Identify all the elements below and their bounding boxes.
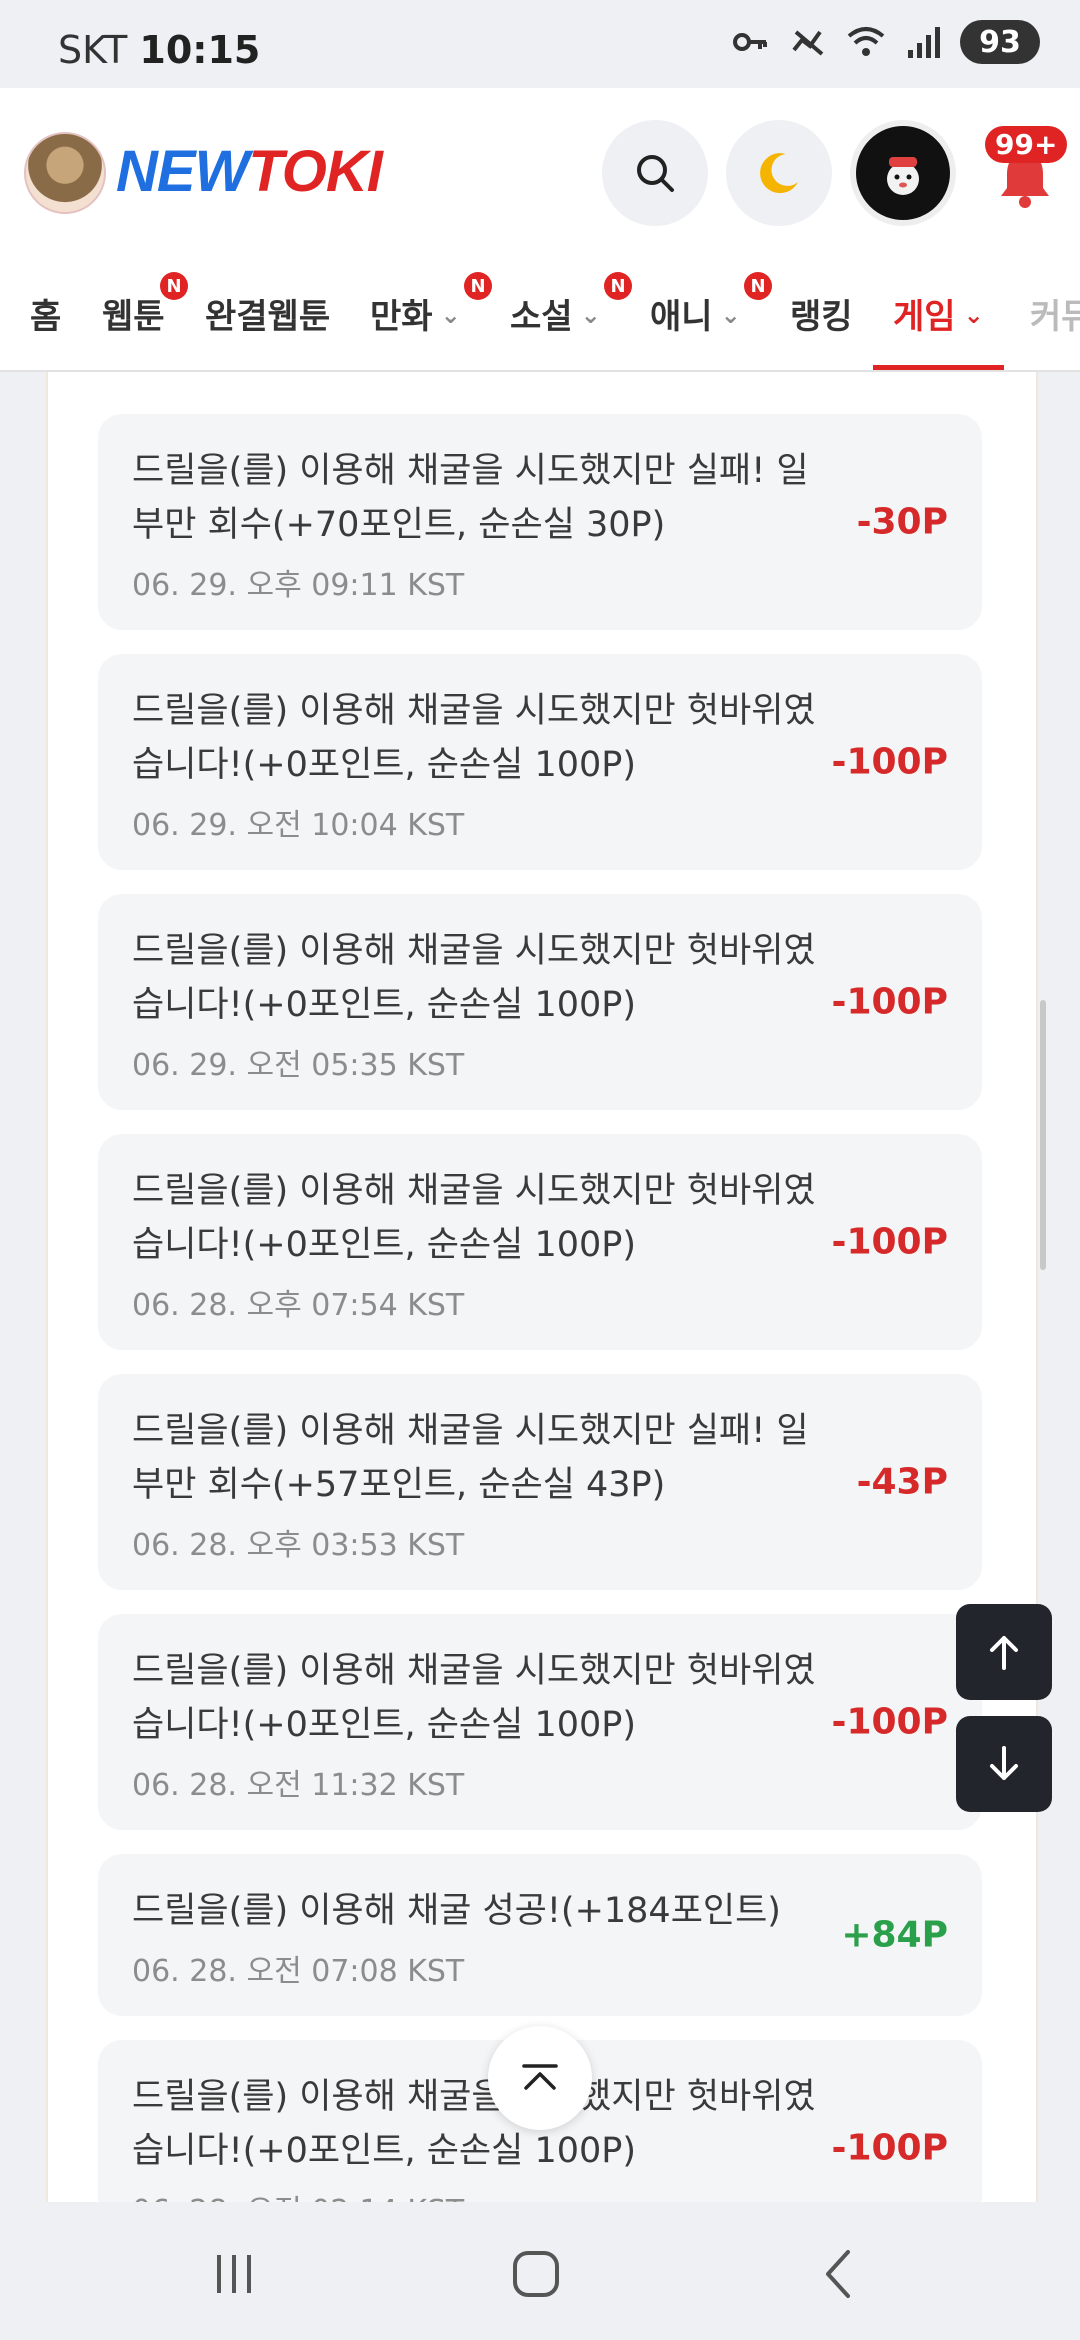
nav-item-anime[interactable]: 애니 ⌄ <box>650 258 741 368</box>
history-description: 드릴을(를) 이용해 채굴을 시도했지만 헛바위였습니다!(+0포인트, 순손실… <box>132 931 816 1025</box>
nav-item-game[interactable]: 게임 ⌄ <box>873 258 1004 370</box>
site-logo[interactable]: NEWTOKI <box>116 138 383 205</box>
category-nav: 홈 웹툰 N 완결웹툰 만화⌄ N 소설⌄ N 애니⌄ N 랭킹 게임⌄ 커뮤 <box>0 258 1080 372</box>
nav-label: 커뮤 <box>1030 296 1080 337</box>
history-item: 드릴을(를) 이용해 채굴을 시도했지만 헛바위였습니다!(+0포인트, 순손실… <box>98 894 982 1110</box>
new-badge: N <box>604 272 632 300</box>
history-points: -100P <box>831 1221 948 1263</box>
history-description: 드릴을(를) 이용해 채굴을 시도했지만 실패! 일부만 회수(+57포인트, … <box>132 1411 809 1505</box>
nav-label: 완결웹툰 <box>205 296 331 337</box>
chevron-down-icon: ⌄ <box>580 301 601 329</box>
scrollbar-thumb[interactable] <box>1040 1000 1046 1270</box>
user-avatar-button[interactable] <box>850 120 956 226</box>
battery-indicator: 93 <box>960 20 1040 64</box>
nav-item-community[interactable]: 커뮤 <box>1030 258 1080 368</box>
history-points: -100P <box>831 981 948 1023</box>
history-item: 드릴을(를) 이용해 채굴을 시도했지만 헛바위였습니다!(+0포인트, 순손실… <box>98 654 982 870</box>
nav-item-ranking[interactable]: 랭킹 <box>790 258 853 368</box>
nav-item-manga[interactable]: 만화 ⌄ <box>370 258 461 368</box>
history-points: -100P <box>831 2127 948 2169</box>
site-header: NEWTOKI 99+ <box>0 88 1080 259</box>
system-navigation-bar <box>0 2204 1080 2340</box>
nav-label: 웹툰 <box>102 296 165 337</box>
history-item: 드릴을(를) 이용해 채굴을 시도했지만 헛바위였습니다!(+0포인트, 순손실… <box>98 1134 982 1350</box>
notification-badge: 99+ <box>985 126 1068 163</box>
nav-item-completed-webtoon[interactable]: 완결웹툰 <box>205 258 330 368</box>
clock: 10:15 <box>139 28 261 72</box>
arrow-down-icon <box>990 1746 1018 1780</box>
recent-apps-icon <box>217 2255 251 2293</box>
point-history-list: 드릴을(를) 이용해 채굴을 시도했지만 실패! 일부만 회수(+70포인트, … <box>98 414 982 2202</box>
signal-icon <box>902 20 946 64</box>
chevron-up-icon <box>522 2064 558 2090</box>
history-points: -43P <box>856 1461 948 1503</box>
history-description: 드릴을(를) 이용해 채굴을 시도했지만 헛바위였습니다!(+0포인트, 순손실… <box>132 691 816 785</box>
history-description: 드릴을(를) 이용해 채굴 성공!(+184포인트) <box>132 1891 781 1931</box>
new-badge: N <box>744 272 772 300</box>
nav-label: 소설 <box>510 296 573 337</box>
status-icons: 93 <box>728 20 1040 64</box>
history-item: 드릴을(를) 이용해 채굴을 시도했지만 실패! 일부만 회수(+57포인트, … <box>98 1374 982 1590</box>
history-timestamp: 06. 28. 오전 11:32 KST <box>132 1768 465 1803</box>
history-points: +84P <box>841 1914 948 1956</box>
point-history-panel: 드릴을(를) 이용해 채굴을 시도했지만 실패! 일부만 회수(+70포인트, … <box>46 372 1038 2202</box>
history-points: -100P <box>831 1701 948 1743</box>
history-description: 드릴을(를) 이용해 채굴을 시도했지만 헛바위였습니다!(+0포인트, 순손실… <box>132 1651 816 1745</box>
nav-item-novel[interactable]: 소설 ⌄ <box>510 258 601 368</box>
avatar <box>863 133 943 213</box>
history-item: 드릴을(를) 이용해 채굴을 시도했지만 헛바위였습니다!(+0포인트, 순손실… <box>98 1614 982 1830</box>
logo-mascot-icon[interactable] <box>24 132 106 214</box>
status-bar: SKT 10:15 93 <box>0 0 1080 88</box>
scroll-up-button[interactable] <box>956 1604 1052 1700</box>
nav-item-webtoon[interactable]: 웹툰 <box>102 258 165 368</box>
history-timestamp: 06. 29. 오전 10:04 KST <box>132 808 465 843</box>
history-description: 드릴을(를) 이용해 채굴을 시도했지만 헛바위였습니다!(+0포인트, 순손실… <box>132 2077 816 2171</box>
nav-label: 애니 <box>650 296 713 337</box>
history-description: 드릴을(를) 이용해 채굴을 시도했지만 헛바위였습니다!(+0포인트, 순손실… <box>132 1171 816 1265</box>
back-button[interactable] <box>808 2244 868 2304</box>
carrier-label: SKT <box>58 28 128 72</box>
arrow-up-icon <box>990 1636 1018 1670</box>
nav-item-home[interactable]: 홈 <box>30 258 61 368</box>
history-timestamp: 06. 29. 오전 05:35 KST <box>132 1048 465 1083</box>
status-carrier-time: SKT 10:15 <box>58 28 260 72</box>
nav-label: 만화 <box>370 296 433 337</box>
search-button[interactable] <box>602 120 708 226</box>
history-points: -100P <box>831 741 948 783</box>
history-timestamp: 06. 28. 오후 07:54 KST <box>132 1288 465 1323</box>
chevron-down-icon: ⌄ <box>720 301 741 329</box>
search-icon <box>637 155 674 192</box>
history-item: 드릴을(를) 이용해 채굴 성공!(+184포인트) 06. 28. 오전 07:… <box>98 1854 982 2016</box>
logo-toki: TOKI <box>248 139 382 204</box>
home-icon <box>513 2251 559 2297</box>
notification-button[interactable]: 99+ <box>985 126 1068 226</box>
scroll-down-button[interactable] <box>956 1716 1052 1812</box>
history-timestamp: 06. 28. 오전 07:08 KST <box>132 1954 465 1989</box>
nav-label: 랭킹 <box>790 296 853 337</box>
nav-label: 홈 <box>30 296 62 337</box>
history-description: 드릴을(를) 이용해 채굴을 시도했지만 실패! 일부만 회수(+70포인트, … <box>132 451 809 545</box>
home-button[interactable] <box>506 2244 566 2304</box>
back-icon <box>826 2250 850 2298</box>
vpn-key-icon <box>728 20 772 64</box>
wifi-icon <box>844 20 888 64</box>
nav-label: 게임 <box>893 296 956 337</box>
scroll-to-top-button[interactable] <box>488 2026 592 2130</box>
moon-icon <box>760 153 798 194</box>
mute-icon <box>786 20 830 64</box>
logo-new: NEW <box>116 139 249 204</box>
history-timestamp: 06. 28. 오전 02:14 KST <box>132 2186 822 2202</box>
dark-mode-toggle[interactable] <box>726 120 832 226</box>
history-points: -30P <box>856 501 948 543</box>
chevron-down-icon: ⌄ <box>440 301 461 329</box>
history-timestamp: 06. 28. 오후 03:53 KST <box>132 1528 465 1563</box>
history-item: 드릴을(를) 이용해 채굴을 시도했지만 실패! 일부만 회수(+70포인트, … <box>98 414 982 630</box>
new-badge: N <box>160 272 188 300</box>
history-timestamp: 06. 29. 오후 09:11 KST <box>132 568 465 603</box>
chevron-down-icon: ⌄ <box>963 301 984 329</box>
new-badge: N <box>464 272 492 300</box>
recent-apps-button[interactable] <box>204 2244 264 2304</box>
